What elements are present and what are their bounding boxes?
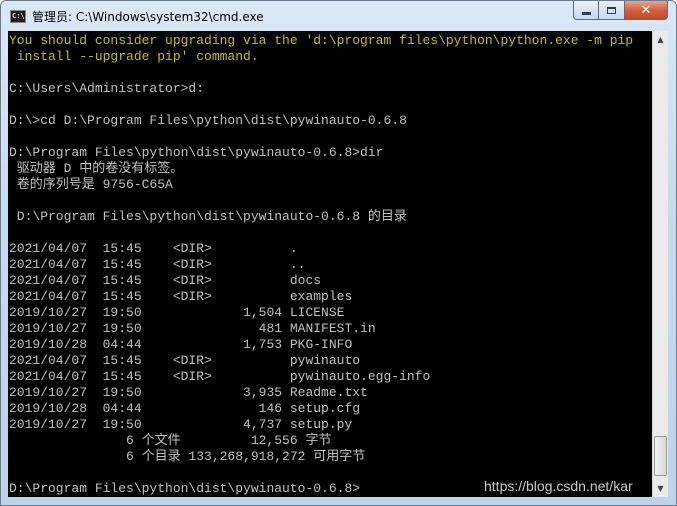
console-line: 2019/10/28 04:44 1,753 PKG-INFO [9,337,353,352]
console-line: 2019/10/27 19:50 3,935 Readme.txt [9,385,368,400]
console-line: 2021/04/07 15:45 <DIR> pywinauto.egg-inf… [9,369,431,384]
console-line: 6 个目录 133,268,918,272 可用字节 [9,449,366,464]
vertical-scrollbar[interactable]: ▲ ▼ [652,31,668,497]
scrollbar-thumb[interactable] [654,436,667,476]
window-controls: ✕ [573,1,668,21]
console-line: install --upgrade pip' command. [9,49,259,64]
console-line: 2019/10/28 04:44 146 setup.cfg [9,401,361,416]
console-line: 2019/10/27 19:50 1,504 LICENSE [9,305,345,320]
console-line: D:\Program Files\python\dist\pywinauto-0… [9,209,407,224]
title-bar[interactable]: C:\ 管理员: C:\Windows\system32\cmd.exe ✕ [1,1,676,32]
console-line: You should consider upgrading via the 'd… [9,33,634,48]
minimize-icon [581,11,591,15]
close-icon: ✕ [640,2,652,18]
window-title: 管理员: C:\Windows\system32\cmd.exe [32,10,264,24]
console-line: 2021/04/07 15:45 <DIR> examples [9,289,353,304]
minimize-button[interactable] [573,1,599,20]
console-line: 2019/10/27 19:50 481 MANIFEST.in [9,321,376,336]
console-line: 2021/04/07 15:45 <DIR> pywinauto [9,353,361,368]
scroll-down-arrow-icon[interactable]: ▼ [653,480,668,497]
console-line: 2021/04/07 15:45 <DIR> docs [9,273,322,288]
close-button[interactable]: ✕ [625,1,668,20]
scroll-up-arrow-icon[interactable]: ▲ [653,31,668,48]
console-line: 2021/04/07 15:45 <DIR> . [9,241,298,256]
maximize-icon [607,6,616,14]
console-output[interactable]: You should consider upgrading via the 'd… [8,31,652,497]
console-line: D:\>cd D:\Program Files\python\dist\pywi… [9,113,407,128]
console-line: 卷的序列号是 9756-C65A [9,177,173,192]
watermark: https://blog.csdn.net/kar [484,478,633,494]
console-line: 2021/04/07 15:45 <DIR> .. [9,257,306,272]
maximize-button[interactable] [599,1,625,20]
console-line: 6 个文件 12,556 字节 [9,433,332,448]
console-line: 驱动器 D 中的卷没有标签。 [9,161,184,176]
console-line: D:\Program Files\python\dist\pywinauto-0… [9,145,384,160]
cmd-app-icon[interactable]: C:\ [10,10,26,23]
console-line: D:\Program Files\python\dist\pywinauto-0… [9,481,361,496]
console-line: C:\Users\Administrator>d: [9,81,205,96]
console-line: 2019/10/27 19:50 4,737 setup.py [9,417,353,432]
